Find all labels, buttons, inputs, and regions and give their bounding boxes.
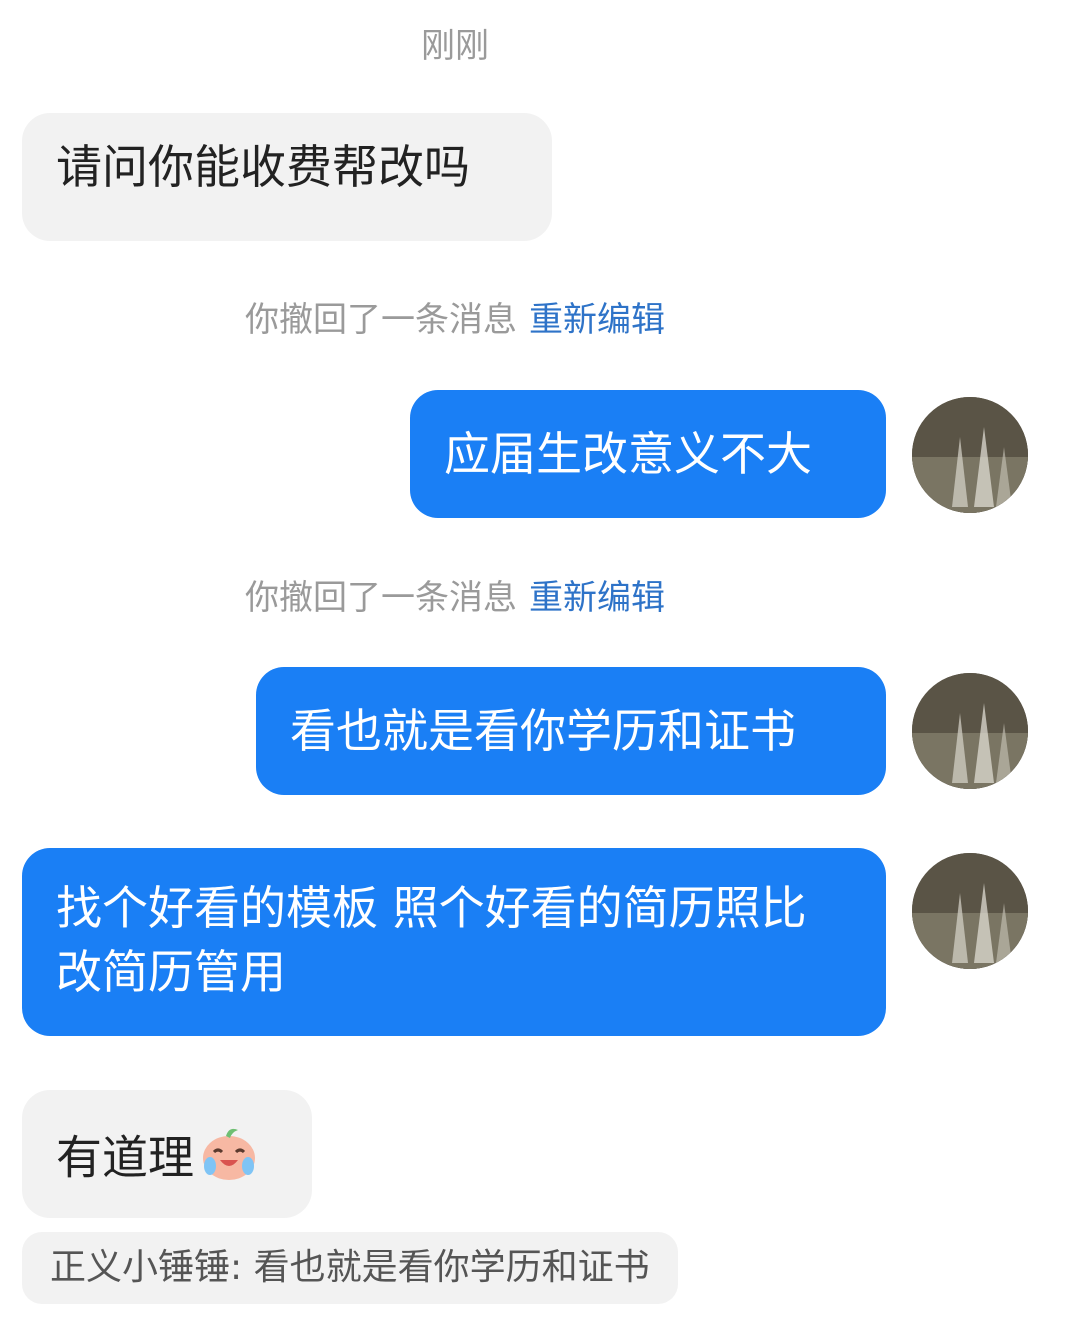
- quoted-reply[interactable]: 正义小锤锤: 看也就是看你学历和证书: [22, 1232, 678, 1304]
- quote-text: 正义小锤锤: 看也就是看你学历和证书: [50, 1247, 650, 1288]
- message-text: 找个好看的模板 照个好看的简历照比改简历管用: [56, 881, 807, 999]
- message-text: 应届生改意义不大: [444, 427, 812, 481]
- message-text: 请问你能收费帮改吗: [56, 140, 470, 194]
- outgoing-message-2[interactable]: 看也就是看你学历和证书: [256, 667, 886, 795]
- recall-notice-1: 你撤回了一条消息 重新编辑: [0, 292, 910, 341]
- re-edit-link[interactable]: 重新编辑: [529, 578, 665, 618]
- timestamp: 刚刚: [421, 26, 489, 66]
- recall-text: 你撤回了一条消息: [245, 300, 517, 340]
- outgoing-message-1[interactable]: 应届生改意义不大: [410, 390, 886, 518]
- re-edit-link[interactable]: 重新编辑: [529, 300, 665, 340]
- message-text: 有道理: [56, 1130, 194, 1185]
- recall-text: 你撤回了一条消息: [245, 578, 517, 618]
- avatar[interactable]: [912, 853, 1028, 969]
- avatar-image-icon: [912, 397, 1028, 513]
- avatar-image-icon: [912, 673, 1028, 789]
- incoming-message-2[interactable]: 有道理: [22, 1090, 312, 1218]
- avatar[interactable]: [912, 397, 1028, 513]
- recall-notice-2: 你撤回了一条消息 重新编辑: [0, 570, 910, 619]
- avatar[interactable]: [912, 673, 1028, 789]
- outgoing-message-3[interactable]: 找个好看的模板 照个好看的简历照比改简历管用: [22, 848, 886, 1036]
- avatar-image-icon: [912, 853, 1028, 969]
- message-text: 看也就是看你学历和证书: [290, 704, 796, 758]
- laughing-crying-emoji-icon: [198, 1122, 260, 1200]
- incoming-message-1[interactable]: 请问你能收费帮改吗: [22, 113, 552, 241]
